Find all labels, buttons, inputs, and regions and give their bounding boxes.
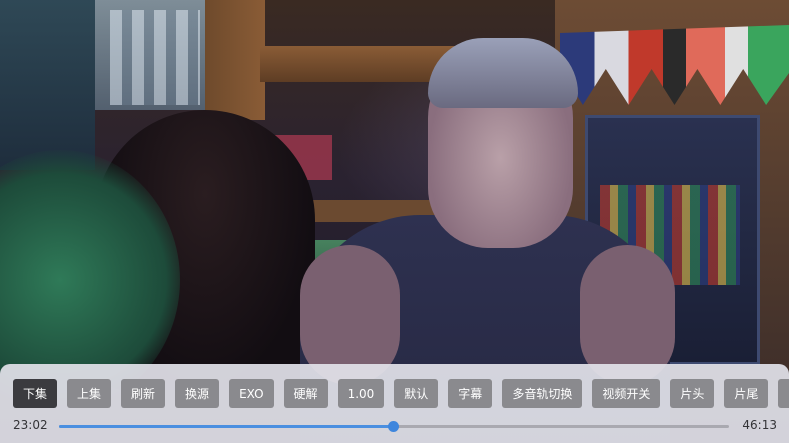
progress-bar[interactable] [59, 421, 729, 432]
progress-fill [59, 425, 393, 428]
control-bar: 下集上集刷新换源 EXO 硬解 1.00 默认字幕多音轨切换视频开关片头片尾倍 23:0… [0, 364, 789, 443]
refresh-button[interactable]: 刷新 [121, 379, 166, 408]
scene-foreground-blur-top [0, 0, 95, 170]
scene-shelf-post [205, 0, 265, 120]
aspect-default-button[interactable]: 默认 [394, 379, 439, 408]
previous-episode-button[interactable]: 上集 [67, 379, 112, 408]
skip-intro-button[interactable]: 片头 [670, 379, 715, 408]
video-toggle-button[interactable]: 视频开关 [592, 379, 661, 408]
next-episode-button[interactable]: 下集 [13, 379, 58, 408]
current-time: 23:02 [13, 418, 48, 432]
hardware-decode-button[interactable]: 硬解 [283, 379, 328, 408]
scene-person-hair [428, 38, 578, 108]
subtitle-button[interactable]: 字幕 [448, 379, 493, 408]
playback-speed-button[interactable]: 1.00 [337, 379, 385, 408]
total-time: 46:13 [742, 418, 777, 432]
video-player: 下集上集刷新换源 EXO 硬解 1.00 默认字幕多音轨切换视频开关片头片尾倍 23:0… [0, 0, 789, 443]
speed-more-button[interactable]: 倍 [778, 379, 789, 408]
skip-outro-button[interactable]: 片尾 [724, 379, 769, 408]
control-button-row: 下集上集刷新换源 EXO 硬解 1.00 默认字幕多音轨切换视频开关片头片尾倍 [13, 379, 789, 408]
progress-knob[interactable] [388, 421, 399, 432]
exo-player-button[interactable]: EXO [229, 379, 274, 408]
audio-track-button[interactable]: 多音轨切换 [502, 379, 583, 408]
scene-bottles [110, 10, 200, 105]
switch-source-button[interactable]: 换源 [175, 379, 220, 408]
